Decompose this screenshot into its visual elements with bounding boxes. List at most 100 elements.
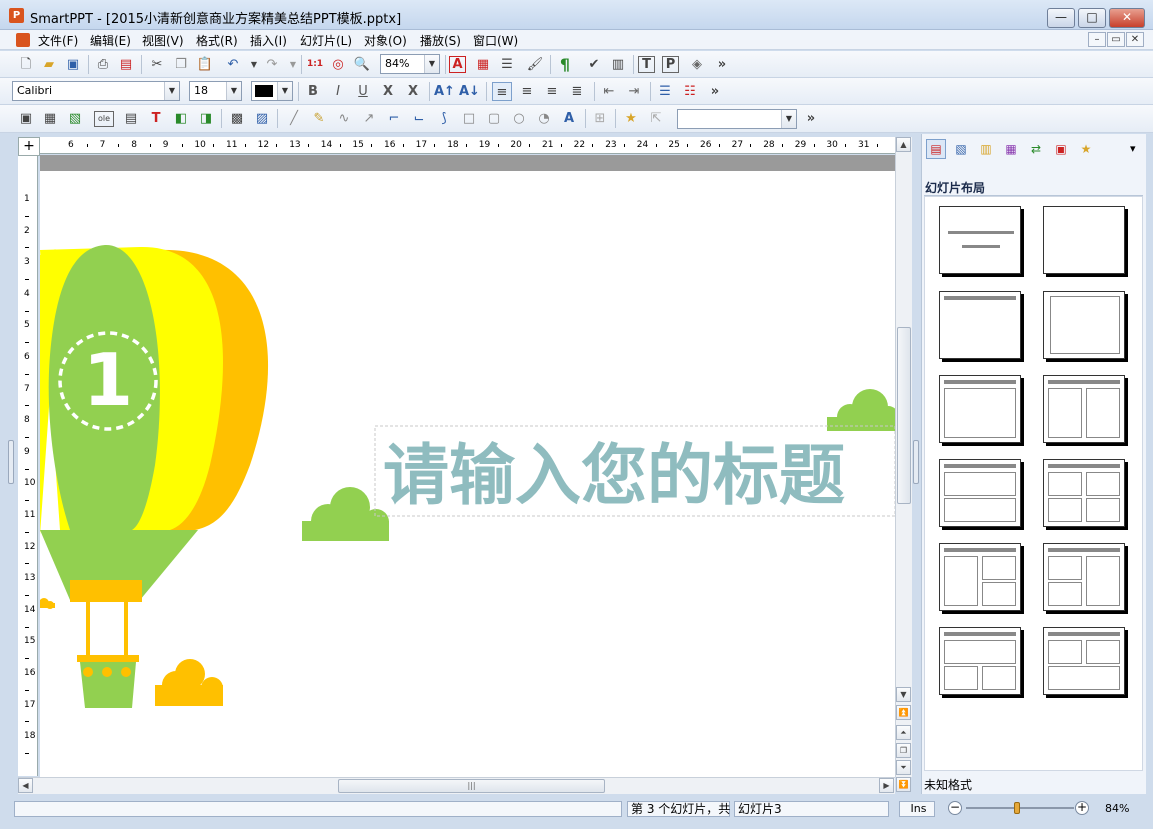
print-icon[interactable]: ⎙ [93, 55, 113, 74]
align-right-icon[interactable]: ≡ [542, 82, 562, 101]
menu-object[interactable]: 对象(O) [364, 32, 407, 49]
previous-slide-icon[interactable]: ⏶ [896, 725, 911, 740]
page-t-icon[interactable]: T [638, 56, 655, 73]
undo-dropdown-icon[interactable]: ▼ [244, 55, 264, 74]
bold-button[interactable]: B [303, 82, 323, 101]
picture-frame-icon[interactable]: ▧ [65, 109, 85, 128]
insert-table-icon[interactable]: ▦ [473, 55, 493, 74]
pencil-icon[interactable]: ✎ [309, 109, 329, 128]
textbox-icon[interactable]: ▤ [121, 109, 141, 128]
copy-icon[interactable]: ❐ [171, 55, 191, 74]
slide-canvas[interactable]: 1 请输入您的标题 [40, 155, 895, 777]
chevron-down-icon[interactable]: ▼ [164, 82, 179, 100]
layout-top-wide-bottom-two[interactable] [939, 627, 1021, 695]
spell-icon[interactable]: ✔ [584, 55, 604, 74]
text-color-combo[interactable]: ▼ [251, 81, 293, 101]
slide-title-text[interactable]: 请输入您的标题 [383, 437, 845, 514]
scroll-up-button[interactable]: ▲ [896, 137, 911, 152]
menu-edit[interactable]: 编辑(E) [90, 32, 131, 49]
design-tab-icon[interactable]: ▧ [952, 140, 970, 158]
chevron-down-icon[interactable]: ▼ [277, 82, 292, 100]
hot-air-balloon[interactable]: 1 [40, 244, 269, 708]
chevron-down-icon[interactable]: ▼ [781, 110, 796, 128]
table-frame-icon[interactable]: ▦ [40, 109, 60, 128]
undo-icon[interactable]: ↶ [223, 55, 243, 74]
italic-button[interactable]: I [328, 82, 348, 101]
menu-insert[interactable]: 插入(I) [250, 32, 287, 49]
zoom-out-button[interactable]: − [948, 801, 962, 815]
numbered-list-icon[interactable]: ☷ [680, 82, 700, 101]
mdi-close-button[interactable]: ✕ [1126, 32, 1144, 47]
curve-icon[interactable]: ∿ [334, 109, 354, 128]
minimize-button[interactable]: — [1047, 8, 1075, 28]
rectangle-icon[interactable]: □ [459, 109, 479, 128]
arrow-icon[interactable]: ↗ [359, 109, 379, 128]
bullet-list-icon[interactable]: ☰ [655, 82, 675, 101]
strike-button[interactable]: X [378, 82, 398, 101]
menu-file[interactable]: 文件(F) [38, 32, 78, 49]
last-slide-icon[interactable]: ⏬ [896, 777, 911, 792]
zoom-slider-thumb[interactable] [1014, 802, 1020, 814]
layout-title-slide[interactable] [939, 206, 1021, 274]
ruler-corner-icon[interactable]: + [18, 137, 40, 156]
layout-two-rows[interactable] [939, 459, 1021, 527]
shapes-icon[interactable]: ◔ [534, 109, 554, 128]
actual-size-icon[interactable]: 1:1 [305, 55, 325, 74]
font-size-combo[interactable]: 18 ▼ [189, 81, 242, 101]
shrink-font-icon[interactable]: A↓ [459, 82, 480, 101]
menu-play[interactable]: 播放(S) [420, 32, 461, 49]
first-slide-icon[interactable]: ⏫ [896, 705, 911, 720]
layout-tab-icon[interactable]: ▤ [926, 139, 946, 159]
format-brush-icon[interactable]: 🖌 [525, 55, 545, 74]
menu-window[interactable]: 窗口(W) [473, 32, 518, 49]
left-splitter-handle[interactable] [8, 440, 14, 484]
horizontal-scrollbar[interactable]: ◀ ||| ▶ [18, 777, 895, 794]
animation-tab-icon[interactable]: ▣ [1052, 140, 1070, 158]
pointer-icon[interactable]: ⇱ [646, 109, 666, 128]
layout-left-two-right-tall[interactable] [1043, 543, 1125, 611]
cloud-shape[interactable] [155, 659, 223, 706]
right-splitter-handle[interactable] [913, 440, 919, 484]
chevron-down-icon[interactable]: ▼ [226, 82, 241, 100]
select-frame-icon[interactable]: ▣ [16, 109, 36, 128]
zoom-icon[interactable]: 🔍 [352, 55, 372, 74]
horizontal-scroll-thumb[interactable]: ||| [338, 779, 605, 793]
close-button[interactable]: ✕ [1109, 8, 1145, 28]
cloud-shape[interactable] [40, 598, 55, 609]
layout-blank[interactable] [1043, 206, 1125, 274]
layout-four-content[interactable] [1043, 459, 1125, 527]
layout-top-two-bottom-wide[interactable] [1043, 627, 1125, 695]
save-icon[interactable]: ▣ [63, 55, 83, 74]
frame-p-icon[interactable]: ◨ [196, 109, 216, 128]
zoom-combo[interactable]: 84% ▼ [380, 54, 440, 74]
align-left-icon[interactable]: ≡ [492, 82, 512, 101]
mdi-minimize-button[interactable]: – [1088, 32, 1106, 47]
elbow-connector-icon[interactable]: ⌙ [409, 109, 429, 128]
pilcrow-icon[interactable]: ¶ [555, 55, 575, 74]
frame-d-icon[interactable]: ◧ [171, 109, 191, 128]
redo-dropdown-icon[interactable]: ▼ [283, 55, 303, 74]
underline-button[interactable]: U [353, 82, 373, 101]
indent-icon[interactable]: ⇥ [624, 82, 644, 101]
page-p-icon[interactable]: P [662, 56, 679, 73]
document-icon[interactable] [16, 33, 30, 47]
wordart-icon[interactable]: A [559, 109, 579, 128]
color-tab-icon[interactable]: ▥ [977, 140, 995, 158]
toolbar3-overflow-icon[interactable]: » [801, 109, 821, 128]
vertical-scrollbar[interactable]: ▲ ▼ ⏫ ⏶ ❐ ⏷ ⏬ [895, 137, 912, 792]
template-tab-icon[interactable]: ▦ [1002, 140, 1020, 158]
font-color-a-icon[interactable]: A [449, 56, 466, 73]
next-slide-icon[interactable]: ⏷ [896, 760, 911, 775]
scroll-down-button[interactable]: ▼ [896, 687, 911, 702]
group-icon[interactable]: ⊞ [590, 109, 610, 128]
zoom-slider-track[interactable] [966, 807, 1074, 809]
cut-icon[interactable]: ✂ [147, 55, 167, 74]
cloud-shape[interactable] [302, 487, 389, 541]
font-name-combo[interactable]: Calibri ▼ [12, 81, 180, 101]
clear-format-button[interactable]: X [403, 82, 423, 101]
transition-tab-icon[interactable]: ⇄ [1027, 140, 1045, 158]
ellipse-icon[interactable]: ○ [509, 109, 529, 128]
shape-style-combo[interactable]: ▼ [677, 109, 797, 129]
text-t-icon[interactable]: T [146, 109, 166, 128]
menu-slide[interactable]: 幻灯片(L) [300, 32, 352, 49]
